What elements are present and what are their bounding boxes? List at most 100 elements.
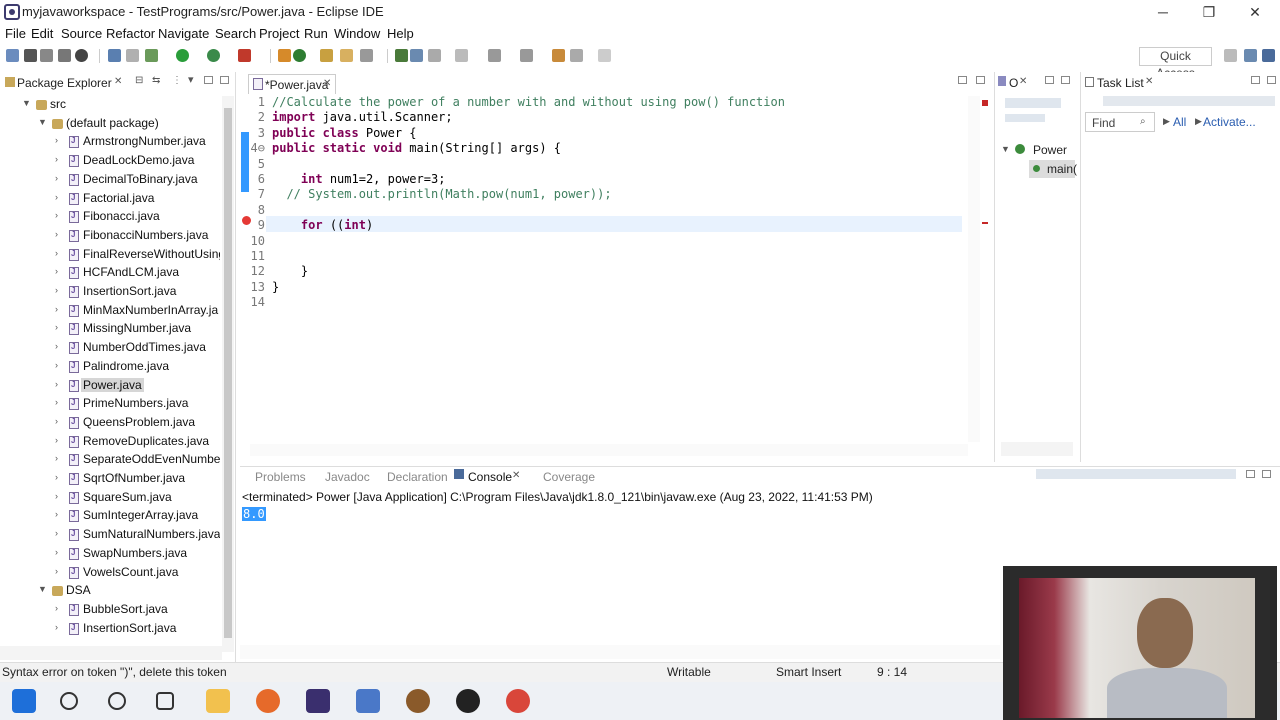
- tree-item-file[interactable]: › Palindrome.java: [0, 358, 220, 376]
- tree-item-file[interactable]: › PrimeNumbers.java: [0, 395, 220, 413]
- menu-navigate[interactable]: Navigate: [158, 26, 209, 41]
- code-line[interactable]: }: [272, 280, 279, 294]
- outline-child-selected[interactable]: main(: [1029, 160, 1077, 178]
- tree-item-file[interactable]: › BubbleSort.java: [0, 601, 220, 619]
- chevron-right-icon[interactable]: ›: [55, 491, 65, 501]
- menu-help[interactable]: Help: [387, 26, 414, 41]
- code-line[interactable]: // System.out.println(Math.pow(num1, pow…: [272, 187, 611, 201]
- java-ee-perspective-icon[interactable]: [1244, 49, 1257, 62]
- chrome-icon[interactable]: [506, 689, 530, 713]
- task-view-icon[interactable]: [156, 692, 174, 710]
- tab-declaration[interactable]: Declaration: [387, 470, 448, 484]
- chevron-right-icon[interactable]: ›: [55, 509, 65, 519]
- task-list-tab[interactable]: Task List: [1097, 76, 1144, 90]
- tree-item-file[interactable]: › SumIntegerArray.java: [0, 507, 220, 525]
- chevron-down-icon[interactable]: ▼: [38, 584, 48, 594]
- prev-annotation-icon[interactable]: [520, 49, 533, 62]
- maximize-panel-icon[interactable]: [1267, 76, 1276, 84]
- show-whitespace-icon[interactable]: [455, 49, 468, 62]
- menu-window[interactable]: Window: [334, 26, 380, 41]
- chevron-down-icon[interactable]: ▼: [22, 98, 32, 108]
- tree-item-file[interactable]: › InsertionSort.java: [0, 283, 220, 301]
- terminal-icon[interactable]: [108, 49, 121, 62]
- chevron-right-icon[interactable]: ›: [55, 528, 65, 538]
- chevron-right-icon[interactable]: ›: [55, 266, 65, 276]
- quick-access-input[interactable]: Quick Access: [1139, 47, 1212, 80]
- build-icon[interactable]: [75, 49, 88, 62]
- maximize-panel-icon[interactable]: [976, 76, 985, 84]
- close-button[interactable]: ✕: [1232, 0, 1278, 24]
- search-icon[interactable]: [360, 49, 373, 62]
- tree-item-file[interactable]: › DeadLockDemo.java: [0, 152, 220, 170]
- outline-toolbar[interactable]: [1005, 98, 1061, 108]
- tab-javadoc[interactable]: Javadoc: [325, 470, 370, 484]
- chevron-right-icon[interactable]: ›: [55, 622, 65, 632]
- tab-problems[interactable]: Problems: [255, 470, 306, 484]
- error-ruler-marker[interactable]: [982, 222, 988, 224]
- menu-search[interactable]: Search: [215, 26, 256, 41]
- tree-item-file[interactable]: › Factorial.java: [0, 190, 220, 208]
- insert-mode-status[interactable]: Smart Insert: [776, 665, 841, 679]
- menu-edit[interactable]: Edit: [31, 26, 53, 41]
- find-input[interactable]: Find ⌕: [1085, 112, 1155, 132]
- maximize-panel-icon[interactable]: [220, 76, 229, 84]
- tree-item-file[interactable]: › DecimalToBinary.java: [0, 171, 220, 189]
- chevron-right-icon[interactable]: ›: [55, 435, 65, 445]
- expand-icon[interactable]: ▼: [1001, 144, 1010, 154]
- chevron-right-icon[interactable]: ›: [55, 322, 65, 332]
- app-brown-icon[interactable]: [406, 689, 430, 713]
- chevron-right-icon[interactable]: ›: [55, 229, 65, 239]
- editor-hscrollbar[interactable]: [250, 444, 968, 456]
- minimize-panel-icon[interactable]: [1045, 76, 1054, 84]
- menu-source[interactable]: Source: [61, 26, 102, 41]
- coverage-icon[interactable]: [207, 49, 220, 62]
- package-explorer-tab[interactable]: Package Explorer: [17, 76, 112, 90]
- outline-filters[interactable]: [1005, 114, 1045, 122]
- tree-hscrollbar[interactable]: [0, 646, 222, 660]
- tree-item-file[interactable]: › HCFAndLCM.java: [0, 264, 220, 282]
- chevron-down-icon[interactable]: ▼: [38, 117, 48, 127]
- collapse-all-icon[interactable]: ⊟: [135, 75, 143, 86]
- tree-item-file[interactable]: › FinalReverseWithoutUsing: [0, 246, 220, 264]
- eclipse-ide-icon[interactable]: [306, 689, 330, 713]
- outline-hscrollbar[interactable]: [1001, 442, 1073, 456]
- print-icon[interactable]: [58, 49, 71, 62]
- tree-item-file[interactable]: › SeparateOddEvenNumbe: [0, 451, 220, 469]
- back-icon[interactable]: [570, 49, 583, 62]
- close-icon[interactable]: ✕: [512, 470, 520, 481]
- cortana-icon[interactable]: [108, 692, 126, 710]
- menu-project[interactable]: Project: [259, 26, 299, 41]
- code-line[interactable]: //Calculate the power of a number with a…: [272, 95, 785, 109]
- tree-item-file[interactable]: › SwapNumbers.java: [0, 545, 220, 563]
- last-edit-icon[interactable]: [552, 49, 565, 62]
- tab-power-java[interactable]: *Power.java ✕: [248, 74, 336, 94]
- firefox-icon[interactable]: [256, 689, 280, 713]
- skip-breakpoints-icon[interactable]: [126, 49, 139, 62]
- menu-file[interactable]: File: [5, 26, 26, 41]
- tree-item-file[interactable]: › Fibonacci.java: [0, 208, 220, 226]
- app-blue-icon[interactable]: [356, 689, 380, 713]
- toggle-highlight-icon[interactable]: [410, 49, 423, 62]
- code-line[interactable]: public class Power {: [272, 126, 417, 140]
- view-menu-icon[interactable]: ⋮: [172, 75, 182, 86]
- maximize-panel-icon[interactable]: [1262, 470, 1271, 478]
- code-line[interactable]: for ((int): [272, 218, 373, 232]
- minimize-panel-icon[interactable]: [204, 76, 213, 84]
- tree-item-package[interactable]: ▼ DSA: [0, 582, 220, 600]
- tree-item-file[interactable]: › SumNaturalNumbers.java: [0, 526, 220, 544]
- tree-item-folder[interactable]: ▼ src: [0, 96, 220, 114]
- chevron-right-icon[interactable]: ›: [55, 210, 65, 220]
- chevron-right-icon[interactable]: ›: [55, 173, 65, 183]
- link-editor-icon[interactable]: ⇆: [152, 75, 160, 86]
- tree-item-file[interactable]: › SquareSum.java: [0, 489, 220, 507]
- windows-start-icon[interactable]: [12, 689, 36, 713]
- next-annotation-icon[interactable]: [488, 49, 501, 62]
- new-java-project-icon[interactable]: [278, 49, 291, 62]
- tree-item-file[interactable]: › NumberOddTimes.java: [0, 339, 220, 357]
- java-perspective-icon[interactable]: [1262, 49, 1275, 62]
- new-package-icon[interactable]: [293, 49, 306, 62]
- tree-item-file[interactable]: › InsertionSort.java: [0, 620, 220, 638]
- console-output[interactable]: 8.0: [242, 507, 266, 521]
- minimize-button[interactable]: ─: [1140, 0, 1186, 24]
- github-icon[interactable]: [456, 689, 480, 713]
